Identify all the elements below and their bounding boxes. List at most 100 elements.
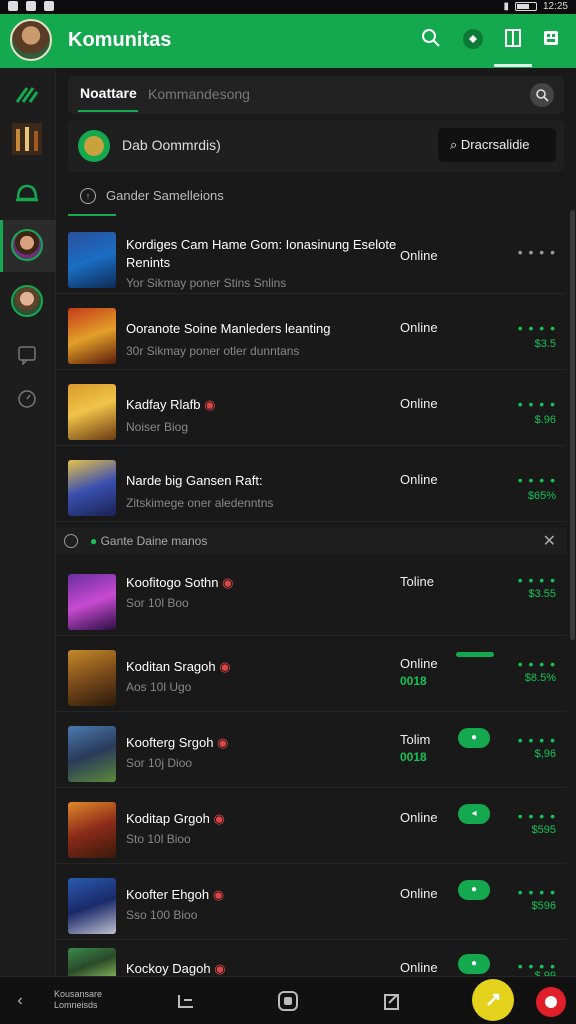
more-icon[interactable]: • • • •: [518, 884, 556, 900]
toggle-switch[interactable]: ●: [458, 954, 490, 974]
status-time: 12:25: [542, 1, 568, 12]
signal-icon: ▮: [503, 1, 509, 12]
status-bar: ▮ 12:25: [0, 0, 576, 14]
more-icon[interactable]: • • • •: [518, 656, 556, 672]
item-title: Narde big Gansen Raft:: [126, 473, 263, 488]
tab-kommandesong[interactable]: Kommandesong: [148, 86, 250, 102]
notification-icon: [44, 1, 54, 11]
item-title: Ooranote Soine Manleders leanting: [126, 321, 331, 336]
game-thumbnail: [68, 726, 116, 782]
home-icon[interactable]: [274, 987, 302, 1015]
item-price: $596: [531, 900, 556, 912]
item-price: $3.55: [528, 588, 556, 600]
item-status: Online: [400, 810, 438, 825]
progress-bar: [456, 652, 494, 657]
section-header: ↑ Gander Samelleions: [68, 176, 564, 216]
badge-icon: ◉: [219, 659, 231, 674]
game-thumbnail: [68, 460, 116, 516]
page-title: Komunitas: [68, 29, 172, 51]
search-icon[interactable]: [530, 83, 554, 107]
item-status: Online: [400, 396, 438, 411]
sidebar: [0, 68, 56, 976]
item-price: $3.5: [534, 338, 556, 350]
badge-icon: ◉: [213, 811, 225, 826]
friend-avatar-2[interactable]: [10, 284, 44, 318]
alert-button[interactable]: [536, 987, 566, 1017]
list-item[interactable]: Koditap Grgoh ◉ Sto 10l Bioo Online ◂ • …: [56, 788, 566, 864]
item-subtitle: 30r Sikmay poner otler dunntans: [126, 344, 300, 358]
collapse-icon[interactable]: ✕: [543, 531, 556, 551]
battery-icon: [514, 2, 537, 11]
item-subtitle: Sor 10j Dioo: [126, 756, 193, 770]
item-count: 0018: [400, 750, 427, 764]
item-subtitle: Zitskimege oner aledenntns: [126, 496, 274, 510]
edit-icon[interactable]: [378, 987, 406, 1015]
search-button[interactable]: ⌕ Dracrsalidie: [438, 128, 556, 162]
list-item[interactable]: Kordiges Cam Hame Gom: Ionasinung Eselot…: [56, 218, 566, 294]
item-title: Koofterg Srgoh ◉: [126, 735, 229, 750]
list-item[interactable]: Narde big Gansen Raft: Zitskimege oner a…: [56, 446, 566, 522]
helmet-icon[interactable]: [10, 176, 44, 210]
game-thumbnail: [68, 232, 116, 288]
friend-avatar-1[interactable]: [10, 228, 44, 262]
section-label: ● Gante Daine manos: [90, 534, 208, 548]
more-icon[interactable]: • • • •: [518, 320, 556, 336]
game-thumbnail: [68, 574, 116, 630]
logo-icon[interactable]: [10, 78, 44, 112]
scrollbar[interactable]: [570, 210, 575, 640]
item-status: Toline: [400, 574, 434, 589]
compass-icon: [64, 534, 78, 548]
item-subtitle: Sto 10l Bioo: [126, 832, 191, 846]
item-status: Online: [400, 320, 438, 335]
list-item[interactable]: Ooranote Soine Manleders leanting 30r Si…: [56, 294, 566, 370]
more-icon[interactable]: • • • •: [518, 732, 556, 748]
list-item[interactable]: Kockoy Dagoh ◉ Online ● • • • • $.99: [56, 940, 566, 982]
sidebar-game-thumb[interactable]: [10, 122, 44, 156]
list-item[interactable]: Koditan Sragoh ◉ Aos 10l Ugo Online 0018…: [56, 636, 566, 712]
badge-icon: ◉: [204, 397, 216, 412]
section-header: ● Gante Daine manos ✕: [56, 528, 566, 554]
item-subtitle: Noiser Biog: [126, 420, 189, 434]
list-item[interactable]: Koofterg Srgoh ◉ Sor 10j Dioo Tolim 0018…: [56, 712, 566, 788]
list-icon[interactable]: [538, 28, 564, 54]
badge-icon: ◉: [214, 961, 226, 976]
list-item[interactable]: Koofter Ehgoh ◉ Sso 100 Bioo Online ● • …: [56, 864, 566, 940]
toggle-switch[interactable]: ◂: [458, 804, 490, 824]
item-title: Koditan Sragoh ◉: [126, 659, 231, 674]
action-fab-button[interactable]: [472, 979, 514, 1021]
bookmark-icon[interactable]: [500, 28, 526, 54]
main-panel: Noattare Kommandesong Dab Oommrdis) ⌕ Dr…: [56, 68, 576, 982]
more-icon[interactable]: • • • •: [518, 396, 556, 412]
item-price: $8.5%: [524, 672, 556, 684]
more-icon[interactable]: • • • •: [518, 472, 556, 488]
game-list: Kordiges Cam Hame Gom: Ionasinung Eselot…: [56, 218, 566, 982]
game-thumbnail: [68, 308, 116, 364]
notification-icon: [8, 1, 18, 11]
chat-icon[interactable]: [10, 338, 44, 372]
group-row[interactable]: Dab Oommrdis) ⌕ Dracrsalidie: [68, 120, 564, 172]
profile-avatar[interactable]: [10, 19, 52, 61]
item-subtitle: Aos 10l Ugo: [126, 680, 192, 694]
tab-noattare[interactable]: Noattare: [80, 85, 137, 101]
game-thumbnail: [68, 384, 116, 440]
item-status: Online: [400, 960, 438, 975]
game-thumbnail: [68, 802, 116, 858]
toggle-switch[interactable]: ●: [458, 880, 490, 900]
more-icon[interactable]: • • • •: [518, 572, 556, 588]
game-thumbnail: [68, 650, 116, 706]
more-icon[interactable]: • • • •: [518, 244, 556, 260]
item-status: Online: [400, 248, 438, 263]
more-icon[interactable]: • • • •: [518, 808, 556, 824]
item-price: $65%: [527, 490, 556, 502]
back-icon[interactable]: ‹: [8, 987, 32, 1015]
settings-icon[interactable]: [10, 382, 44, 416]
bottom-nav: ‹ Kousansare Lomneisds: [0, 976, 576, 1024]
search-icon[interactable]: [418, 28, 444, 54]
menu-icon[interactable]: [172, 987, 200, 1015]
diamond-icon[interactable]: [460, 28, 486, 54]
item-title: Koofter Ehgoh ◉: [126, 887, 225, 902]
toggle-switch[interactable]: ●: [458, 728, 490, 748]
list-item[interactable]: Kadfay Rlafb ◉ Noiser Biog Online • • • …: [56, 370, 566, 446]
list-item[interactable]: Koofitogo Sothn ◉ Sor 10l Boo Toline • •…: [56, 560, 566, 636]
badge-icon: ◉: [212, 887, 225, 902]
